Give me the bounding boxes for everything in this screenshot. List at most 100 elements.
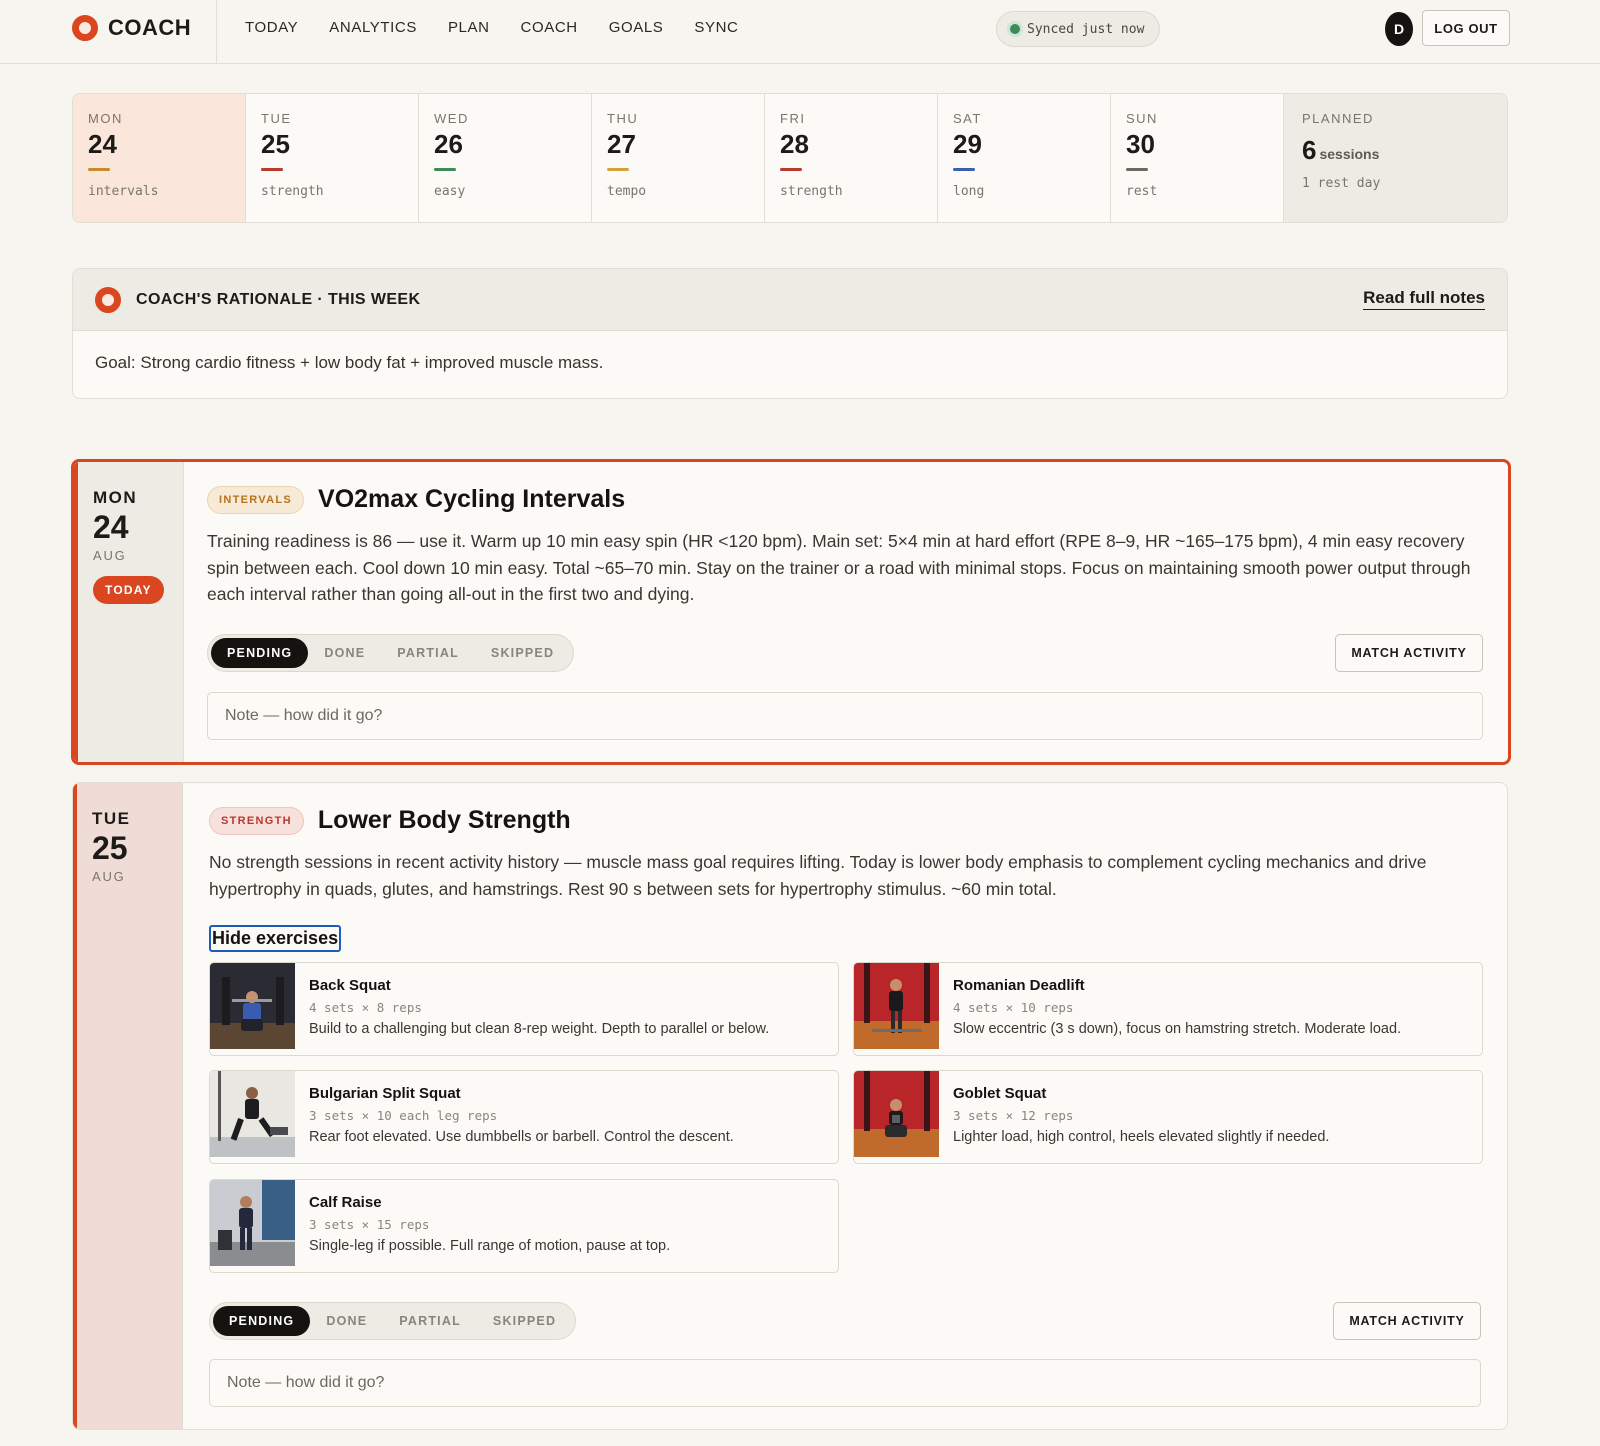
day-type: easy bbox=[434, 184, 466, 199]
session-date-number: 24 bbox=[93, 509, 129, 545]
day-number: 24 bbox=[88, 129, 117, 159]
day-number: 25 bbox=[261, 129, 290, 159]
exercise-name: Bulgarian Split Squat bbox=[309, 1085, 461, 1102]
planned-summary: PLANNED 6 sessions 1 rest day bbox=[1284, 94, 1507, 222]
status-skipped[interactable]: SKIPPED bbox=[475, 638, 570, 668]
day-name: THU bbox=[607, 111, 639, 126]
nav-coach[interactable]: COACH bbox=[521, 18, 578, 38]
exercise-name: Back Squat bbox=[309, 977, 391, 994]
sync-status: Synced just now bbox=[996, 11, 1160, 47]
day-type: strength bbox=[261, 184, 324, 199]
status-pending[interactable]: PENDING bbox=[211, 638, 309, 668]
status-segmented-control: PENDING DONE PARTIAL SKIPPED bbox=[207, 634, 575, 672]
read-full-notes-link[interactable]: Read full notes bbox=[1363, 288, 1485, 310]
status-pending[interactable]: PENDING bbox=[213, 1306, 311, 1336]
exercise-photo bbox=[210, 1180, 295, 1266]
nav-sync[interactable]: SYNC bbox=[694, 18, 738, 38]
session-note-input[interactable]: Note — how did it go? bbox=[207, 692, 1483, 740]
planned-count: 6 bbox=[1302, 135, 1317, 165]
session-type-tag: STRENGTH bbox=[209, 806, 304, 835]
exercise-card[interactable]: Back Squat 4 sets × 8 reps Build to a ch… bbox=[209, 962, 839, 1056]
coach-ring-icon bbox=[95, 286, 121, 313]
nav-today[interactable]: TODAY bbox=[245, 18, 298, 38]
exercise-description: Slow eccentric (3 s down), focus on hams… bbox=[953, 1021, 1402, 1037]
session-title: VO2max Cycling Intervals bbox=[318, 485, 626, 513]
nav-analytics[interactable]: ANALYTICS bbox=[329, 18, 417, 38]
nav-plan[interactable]: PLAN bbox=[448, 18, 490, 38]
day-name: FRI bbox=[780, 111, 806, 126]
exercise-description: Lighter load, high control, heels elevat… bbox=[953, 1129, 1330, 1145]
exercise-card[interactable]: Romanian Deadlift 4 sets × 10 reps Slow … bbox=[853, 962, 1483, 1056]
top-bar: COACH TODAY ANALYTICS PLAN COACH GOALS S… bbox=[0, 0, 1600, 64]
session-date-number: 25 bbox=[92, 830, 128, 866]
exercise-card[interactable]: Goblet Squat 3 sets × 12 reps Lighter lo… bbox=[853, 1070, 1483, 1164]
day-type-bar bbox=[953, 168, 975, 171]
logout-button[interactable]: LOG OUT bbox=[1422, 10, 1510, 46]
brand-ring-icon bbox=[72, 15, 98, 41]
exercise-description: Build to a challenging but clean 8-rep w… bbox=[309, 1021, 770, 1037]
planned-unit: sessions bbox=[1319, 146, 1380, 162]
week-day-mon[interactable]: MON 24 intervals bbox=[73, 94, 246, 222]
status-partial[interactable]: PARTIAL bbox=[381, 638, 475, 668]
coach-rationale-card: COACH'S RATIONALE · THIS WEEK Read full … bbox=[72, 268, 1508, 399]
day-type: long bbox=[953, 184, 985, 199]
week-day-sun[interactable]: SUN 30 rest bbox=[1111, 94, 1284, 222]
brand-name: COACH bbox=[108, 15, 192, 40]
day-type: rest bbox=[1126, 184, 1158, 199]
hide-exercises-button[interactable]: Hide exercises bbox=[209, 925, 342, 952]
exercise-card[interactable]: Bulgarian Split Squat 3 sets × 10 each l… bbox=[209, 1070, 839, 1164]
session-month: AUG bbox=[92, 869, 126, 884]
session-card-mon: MON 24 AUG TODAY INTERVALS VO2max Cyclin… bbox=[71, 459, 1511, 765]
exercise-sets: 4 sets × 10 reps bbox=[953, 1000, 1074, 1015]
session-title: Lower Body Strength bbox=[317, 806, 571, 834]
status-partial[interactable]: PARTIAL bbox=[383, 1306, 477, 1336]
brand-logo[interactable]: COACH bbox=[72, 14, 191, 42]
match-activity-button[interactable]: MATCH ACTIVITY bbox=[1335, 634, 1483, 672]
nav-goals[interactable]: GOALS bbox=[609, 18, 664, 38]
status-skipped[interactable]: SKIPPED bbox=[477, 1306, 572, 1336]
exercise-sets: 3 sets × 10 each leg reps bbox=[309, 1108, 498, 1123]
day-number: 28 bbox=[780, 129, 809, 159]
day-name: WED bbox=[434, 111, 469, 126]
day-type-bar bbox=[607, 168, 629, 171]
planned-rest: 1 rest day bbox=[1302, 176, 1381, 191]
exercise-name: Goblet Squat bbox=[953, 1085, 1047, 1102]
exercise-description: Rear foot elevated. Use dumbbells or bar… bbox=[309, 1129, 734, 1145]
day-type-bar bbox=[261, 168, 283, 171]
exercise-name: Calf Raise bbox=[309, 1194, 382, 1211]
week-day-tue[interactable]: TUE 25 strength bbox=[246, 94, 419, 222]
avatar[interactable]: D bbox=[1385, 12, 1413, 46]
day-name: SUN bbox=[1126, 111, 1158, 126]
session-note-input[interactable]: Note — how did it go? bbox=[209, 1359, 1481, 1407]
session-date-column: MON 24 AUG TODAY bbox=[74, 462, 184, 762]
exercise-card[interactable]: Calf Raise 3 sets × 15 reps Single-leg i… bbox=[209, 1179, 839, 1273]
day-type: intervals bbox=[88, 184, 159, 199]
exercise-sets: 4 sets × 8 reps bbox=[309, 1000, 422, 1015]
day-type: tempo bbox=[607, 184, 647, 199]
status-done[interactable]: DONE bbox=[310, 1306, 383, 1336]
match-activity-button[interactable]: MATCH ACTIVITY bbox=[1333, 1302, 1481, 1340]
status-done[interactable]: DONE bbox=[308, 638, 381, 668]
day-name: TUE bbox=[261, 111, 292, 126]
week-day-wed[interactable]: WED 26 easy bbox=[419, 94, 592, 222]
week-strip: MON 24 intervals TUE 25 strength WED 26 … bbox=[72, 93, 1508, 223]
session-card-tue: TUE 25 AUG STRENGTH Lower Body Strength … bbox=[72, 782, 1508, 1430]
exercise-sets: 3 sets × 12 reps bbox=[953, 1108, 1074, 1123]
week-day-thu[interactable]: THU 27 tempo bbox=[592, 94, 765, 222]
planned-label: PLANNED bbox=[1302, 111, 1374, 126]
week-day-sat[interactable]: SAT 29 long bbox=[938, 94, 1111, 222]
session-day: TUE bbox=[92, 809, 131, 828]
day-type-bar bbox=[1126, 168, 1148, 171]
rationale-body: Goal: Strong cardio fitness + low body f… bbox=[95, 353, 604, 372]
session-month: AUG bbox=[93, 548, 127, 563]
rationale-title: COACH'S RATIONALE · THIS WEEK bbox=[136, 290, 421, 308]
day-number: 27 bbox=[607, 129, 636, 159]
exercise-photo bbox=[854, 1071, 939, 1157]
session-description: Training readiness is 86 — use it. Warm … bbox=[207, 531, 1471, 604]
day-type-bar bbox=[780, 168, 802, 171]
day-number: 30 bbox=[1126, 129, 1155, 159]
sync-dot-icon bbox=[1010, 24, 1020, 34]
week-day-fri[interactable]: FRI 28 strength bbox=[765, 94, 938, 222]
exercise-photo bbox=[210, 1071, 295, 1157]
day-type: strength bbox=[780, 184, 843, 199]
